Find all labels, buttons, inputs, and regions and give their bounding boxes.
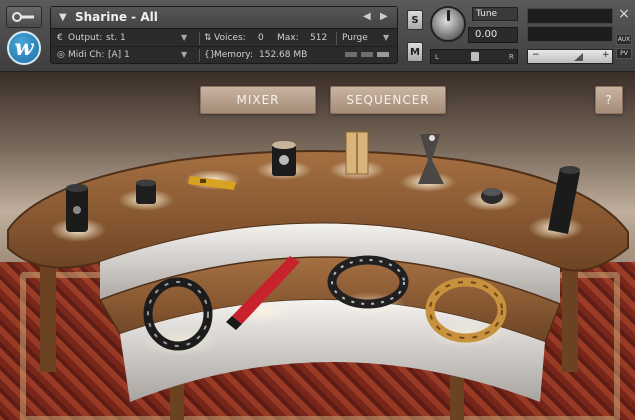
shaker-small-dark[interactable] bbox=[481, 188, 503, 204]
max-voices-label: Max: bbox=[277, 33, 299, 43]
voices-label: Voices: bbox=[214, 33, 246, 43]
meter-segment bbox=[377, 52, 389, 57]
collapse-triangle-icon[interactable]: ▼ bbox=[59, 12, 67, 23]
shaker-drum[interactable] bbox=[272, 141, 296, 176]
midi-memory-row: ◎ Midi Ch: [A] 1 ▼ {} Memory: 152.68 MB bbox=[51, 47, 397, 64]
mixer-button[interactable]: MIXER bbox=[200, 86, 316, 114]
max-voices-value[interactable]: 512 bbox=[310, 33, 327, 43]
logo-letter: w bbox=[14, 35, 34, 61]
voices-value: 0 bbox=[258, 33, 264, 43]
solo-button[interactable]: S bbox=[407, 10, 423, 30]
pan-left-label: L bbox=[435, 53, 439, 61]
close-icon[interactable]: × bbox=[617, 7, 631, 21]
table-leg bbox=[40, 252, 56, 372]
pan-slider[interactable]: L R bbox=[430, 49, 518, 64]
help-button[interactable]: ? bbox=[595, 86, 623, 114]
midi-icon: ◎ bbox=[57, 50, 65, 60]
output-dropdown-icon[interactable]: ▼ bbox=[181, 33, 187, 42]
volume-plus: + bbox=[602, 50, 610, 60]
midi-channel-select[interactable]: [A] 1 bbox=[108, 50, 130, 60]
divider bbox=[199, 32, 200, 45]
meter-segment bbox=[345, 52, 357, 57]
voices-icon: ⇅ bbox=[204, 33, 212, 43]
divider bbox=[199, 49, 200, 62]
sequencer-button[interactable]: SEQUENCER bbox=[330, 86, 446, 114]
kontakt-header: w ▼ Sharine - All ◀ ▶ € Output: st. 1 ▼ … bbox=[0, 0, 635, 72]
purge-meter bbox=[345, 52, 391, 58]
wrench-icon bbox=[12, 12, 34, 22]
volume-handle[interactable] bbox=[574, 53, 583, 61]
output-label: Output: bbox=[68, 33, 103, 43]
brand-logo: w bbox=[7, 31, 41, 65]
memory-value: 152.68 MB bbox=[259, 50, 308, 60]
stage-scene bbox=[7, 131, 629, 420]
tune-knob[interactable] bbox=[430, 6, 466, 42]
shaker-wooden-block[interactable] bbox=[345, 131, 369, 175]
volume-slider[interactable]: − + bbox=[527, 49, 613, 64]
volume-minus: − bbox=[532, 50, 540, 60]
output-voices-row: € Output: st. 1 ▼ ⇅ Voices: 0 Max: 512 P… bbox=[51, 30, 397, 47]
midi-dropdown-icon[interactable]: ▼ bbox=[181, 50, 187, 59]
instrument-name[interactable]: Sharine - All bbox=[75, 10, 158, 24]
table-leg bbox=[562, 262, 578, 372]
pan-right-label: R bbox=[509, 53, 514, 61]
level-meter-right bbox=[527, 26, 613, 42]
pv-button[interactable]: PV bbox=[616, 48, 632, 59]
purge-dropdown-icon[interactable]: ▼ bbox=[383, 33, 389, 42]
instrument-info-panel: ▼ Sharine - All ◀ ▶ € Output: st. 1 ▼ ⇅ … bbox=[50, 6, 398, 64]
wrench-button[interactable] bbox=[6, 6, 42, 28]
shaker-small-black[interactable] bbox=[136, 179, 156, 205]
next-instrument-button[interactable]: ▶ bbox=[380, 11, 388, 22]
shaker-tall-black[interactable] bbox=[66, 184, 88, 232]
pan-handle[interactable] bbox=[471, 52, 479, 61]
mute-button[interactable]: M bbox=[407, 42, 423, 62]
level-meter-left bbox=[527, 8, 613, 24]
instrument-stage: MIXER SEQUENCER ? bbox=[0, 72, 635, 420]
memory-label: Memory: bbox=[214, 50, 253, 60]
tune-label: Tune bbox=[472, 7, 518, 21]
output-icon: € bbox=[57, 33, 63, 43]
tune-value[interactable]: 0.00 bbox=[468, 27, 518, 43]
divider bbox=[336, 32, 337, 45]
meter-segment bbox=[361, 52, 373, 57]
output-select[interactable]: st. 1 bbox=[106, 33, 126, 43]
midi-channel-label: Midi Ch: bbox=[68, 50, 105, 60]
prev-instrument-button[interactable]: ◀ bbox=[363, 11, 371, 22]
purge-button[interactable]: Purge bbox=[342, 33, 368, 43]
instrument-title-row: ▼ Sharine - All ◀ ▶ bbox=[51, 7, 397, 29]
aux-button[interactable]: AUX bbox=[616, 34, 632, 45]
